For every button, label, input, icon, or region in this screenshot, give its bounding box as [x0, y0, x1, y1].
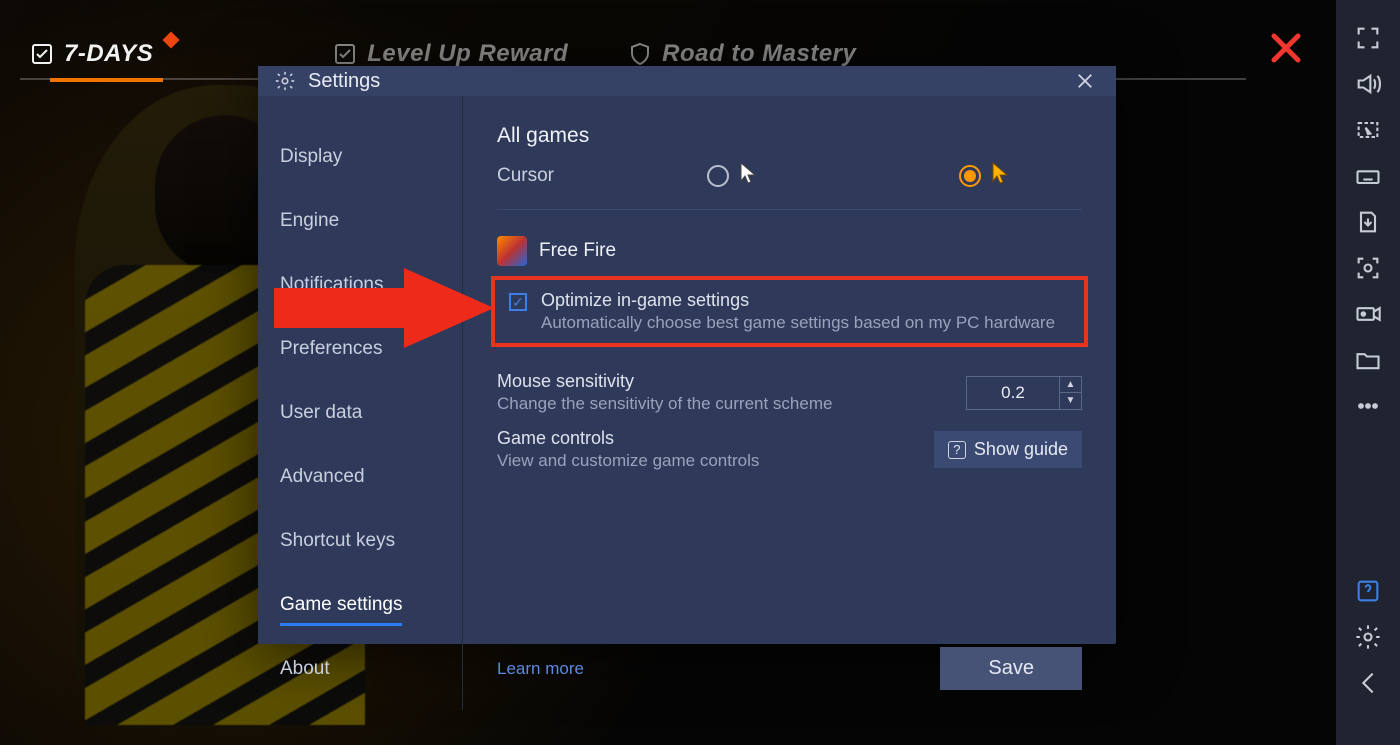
sidebar-item-preferences[interactable]: Preferences — [258, 326, 462, 372]
game-app-icon — [497, 236, 527, 266]
highlighted-optimize-row: ✓ Optimize in-game settings Automaticall… — [491, 276, 1088, 347]
record-icon[interactable] — [1354, 300, 1382, 328]
game-controls-title: Game controls — [497, 428, 759, 449]
emulator-right-toolbar — [1336, 0, 1400, 745]
sidebar-item-label: About — [280, 658, 330, 679]
more-icon[interactable] — [1354, 392, 1382, 420]
keyboard-controls-icon[interactable] — [1354, 162, 1382, 190]
cursor-label: Cursor — [497, 165, 657, 187]
checkbox-icon — [333, 42, 357, 66]
radio-checked-icon — [959, 165, 981, 187]
screenshot-icon[interactable] — [1354, 254, 1382, 282]
mouse-sensitivity-stepper[interactable]: ▲ ▼ — [966, 376, 1082, 410]
lock-cursor-icon[interactable] — [1354, 116, 1382, 144]
all-games-heading: All games — [497, 124, 1082, 148]
sidebar-item-advanced[interactable]: Advanced — [258, 454, 462, 500]
tab-road-to-mastery[interactable]: Road to Mastery — [618, 40, 866, 68]
guide-help-icon: ? — [948, 441, 966, 459]
mouse-sensitivity-title: Mouse sensitivity — [497, 371, 832, 392]
cursor-white-icon — [739, 162, 759, 189]
media-folder-icon[interactable] — [1354, 346, 1382, 374]
tab-7days[interactable]: 7-DAYS — [20, 40, 163, 68]
sidebar-item-label: Engine — [280, 210, 339, 231]
sidebar-item-label: Shortcut keys — [280, 530, 395, 551]
settings-content: All games Cursor — [463, 96, 1116, 710]
mouse-sensitivity-row: Mouse sensitivity Change the sensitivity… — [497, 371, 1082, 414]
settings-footer: Learn more Save — [497, 623, 1082, 690]
optimize-title: Optimize in-game settings — [541, 290, 1055, 311]
show-guide-button[interactable]: ? Show guide — [934, 431, 1082, 468]
checkbox-icon — [30, 42, 54, 66]
settings-header: Settings — [258, 66, 1116, 96]
sidebar-item-game-settings[interactable]: Game settings — [258, 582, 462, 628]
gear-icon[interactable] — [1354, 623, 1382, 651]
optimize-checkbox[interactable]: ✓ — [509, 293, 527, 311]
learn-more-link[interactable]: Learn more — [497, 659, 584, 679]
cursor-option-custom[interactable] — [959, 162, 1011, 189]
sidebar-item-shortcut-keys[interactable]: Shortcut keys — [258, 518, 462, 564]
close-overlay-button[interactable] — [1266, 28, 1306, 68]
settings-title: Settings — [308, 70, 380, 93]
cursor-setting-row: Cursor — [497, 162, 1082, 210]
settings-modal: Settings Display Engine Notifications Pr… — [258, 66, 1116, 644]
settings-sidebar: Display Engine Notifications Preferences… — [258, 96, 463, 710]
tab-label: Level Up Reward — [367, 40, 568, 68]
sidebar-item-label: User data — [280, 402, 362, 423]
install-apk-icon[interactable] — [1354, 208, 1382, 236]
new-indicator-icon — [163, 32, 180, 49]
sidebar-item-label: Preferences — [280, 338, 382, 359]
sidebar-item-label: Display — [280, 146, 342, 167]
game-controls-row: Game controls View and customize game co… — [497, 428, 1082, 471]
close-settings-button[interactable] — [1070, 66, 1100, 96]
sidebar-item-user-data[interactable]: User data — [258, 390, 462, 436]
sidebar-item-engine[interactable]: Engine — [258, 198, 462, 244]
help-icon[interactable] — [1354, 577, 1382, 605]
mouse-sensitivity-desc: Change the sensitivity of the current sc… — [497, 394, 832, 414]
shield-icon — [628, 42, 652, 66]
mouse-sensitivity-input[interactable] — [967, 377, 1059, 409]
cursor-orange-icon — [991, 162, 1011, 189]
show-guide-label: Show guide — [974, 439, 1068, 460]
stepper-up-icon[interactable]: ▲ — [1060, 377, 1081, 393]
cursor-option-system[interactable] — [707, 162, 759, 189]
radio-icon — [707, 165, 729, 187]
optimize-description: Automatically choose best game settings … — [541, 313, 1055, 333]
gear-icon — [274, 70, 296, 92]
fullscreen-icon[interactable] — [1354, 24, 1382, 52]
game-controls-desc: View and customize game controls — [497, 451, 759, 471]
volume-icon[interactable] — [1354, 70, 1382, 98]
sidebar-item-label: Notifications — [280, 274, 384, 295]
sidebar-item-about[interactable]: About — [258, 646, 462, 692]
save-button[interactable]: Save — [940, 647, 1082, 690]
tab-level-up[interactable]: Level Up Reward — [323, 40, 578, 68]
game-section-header: Free Fire — [497, 236, 1082, 266]
sidebar-item-notifications[interactable]: Notifications — [258, 262, 462, 308]
game-name-label: Free Fire — [539, 240, 616, 262]
tab-label: 7-DAYS — [64, 40, 153, 68]
sidebar-item-display[interactable]: Display — [258, 134, 462, 180]
back-icon[interactable] — [1354, 669, 1382, 697]
sidebar-item-label: Advanced — [280, 466, 365, 487]
sidebar-item-label: Game settings — [280, 594, 403, 615]
tab-label: Road to Mastery — [662, 40, 856, 68]
stepper-down-icon[interactable]: ▼ — [1060, 392, 1081, 409]
